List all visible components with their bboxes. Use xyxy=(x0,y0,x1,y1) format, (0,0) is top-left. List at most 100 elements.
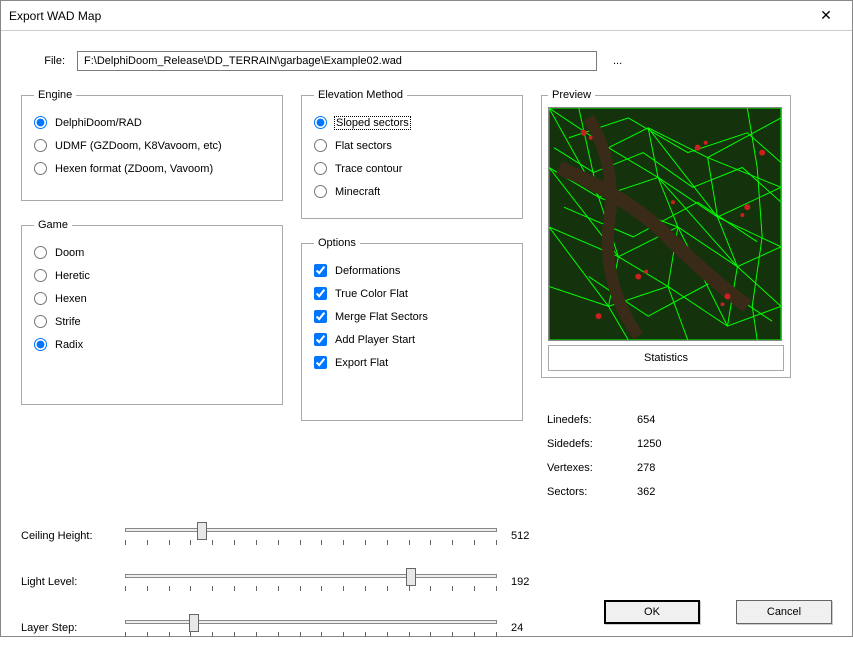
game-radio[interactable] xyxy=(34,338,47,351)
option-item[interactable]: Export Flat xyxy=(314,351,510,374)
option-label: Merge Flat Sectors xyxy=(335,311,428,323)
elevation-radio[interactable] xyxy=(314,185,327,198)
file-label: File: xyxy=(25,55,65,67)
game-label: Strife xyxy=(55,316,81,328)
game-radio[interactable] xyxy=(34,292,47,305)
layer-step-value: 24 xyxy=(511,622,551,634)
elevation-radio[interactable] xyxy=(314,162,327,175)
option-label: Export Flat xyxy=(335,357,388,369)
option-checkbox[interactable] xyxy=(314,333,327,346)
engine-label: UDMF (GZDoom, K8Vavoom, etc) xyxy=(55,140,222,152)
elevation-group: Elevation Method Sloped sectors Flat sect… xyxy=(301,89,523,219)
game-radio[interactable] xyxy=(34,246,47,259)
file-row: File: ... xyxy=(25,51,828,71)
game-option[interactable]: Strife xyxy=(34,310,270,333)
engine-option[interactable]: Hexen format (ZDoom, Vavoom) xyxy=(34,157,270,180)
terrain-mesh-icon xyxy=(549,108,781,340)
option-label: Deformations xyxy=(335,265,400,277)
light-level-label: Light Level: xyxy=(21,576,111,588)
statistics-header: Statistics xyxy=(548,345,784,371)
game-label: Heretic xyxy=(55,270,90,282)
options-group: Options Deformations True Color Flat Merge… xyxy=(301,237,523,421)
game-legend: Game xyxy=(34,219,72,231)
titlebar: Export WAD Map ✕ xyxy=(1,1,852,31)
game-option[interactable]: Heretic xyxy=(34,264,270,287)
statistics-table: Linedefs:654Sidedefs:1250Vertexes:278Sec… xyxy=(541,408,791,504)
option-label: Add Player Start xyxy=(335,334,415,346)
option-item[interactable]: True Color Flat xyxy=(314,282,510,305)
preview-group: Preview xyxy=(541,89,791,378)
engine-option[interactable]: UDMF (GZDoom, K8Vavoom, etc) xyxy=(34,134,270,157)
option-label: True Color Flat xyxy=(335,288,408,300)
option-checkbox[interactable] xyxy=(314,310,327,323)
elevation-option[interactable]: Trace contour xyxy=(314,157,510,180)
light-level-slider[interactable] xyxy=(121,568,501,596)
game-option[interactable]: Doom xyxy=(34,241,270,264)
option-item[interactable]: Merge Flat Sectors xyxy=(314,305,510,328)
engine-legend: Engine xyxy=(34,89,76,101)
game-label: Doom xyxy=(55,247,84,259)
engine-radio[interactable] xyxy=(34,162,47,175)
elevation-legend: Elevation Method xyxy=(314,89,407,101)
file-path-input[interactable] xyxy=(77,51,597,71)
options-legend: Options xyxy=(314,237,360,249)
game-option[interactable]: Radix xyxy=(34,333,270,356)
game-radio[interactable] xyxy=(34,269,47,282)
game-group: Game Doom Heretic Hexen Strife Radix xyxy=(21,219,283,405)
elevation-radio[interactable] xyxy=(314,139,327,152)
ok-button[interactable]: OK xyxy=(604,600,700,624)
stat-key: Linedefs: xyxy=(547,414,637,426)
slider-thumb[interactable] xyxy=(197,522,207,540)
stat-row: Sidedefs:1250 xyxy=(547,432,785,456)
game-option[interactable]: Hexen xyxy=(34,287,270,310)
engine-radio[interactable] xyxy=(34,139,47,152)
window-title: Export WAD Map xyxy=(9,9,808,23)
elevation-radio[interactable] xyxy=(314,116,327,129)
option-checkbox[interactable] xyxy=(314,356,327,369)
elevation-option[interactable]: Sloped sectors xyxy=(314,111,510,134)
stat-value: 654 xyxy=(637,414,697,426)
elevation-label: Trace contour xyxy=(335,163,402,175)
elevation-label: Sloped sectors xyxy=(335,117,410,129)
browse-button[interactable]: ... xyxy=(609,55,626,67)
engine-label: Hexen format (ZDoom, Vavoom) xyxy=(55,163,213,175)
game-label: Radix xyxy=(55,339,83,351)
light-level-value: 192 xyxy=(511,576,551,588)
elevation-label: Flat sectors xyxy=(335,140,392,152)
engine-option[interactable]: DelphiDoom/RAD xyxy=(34,111,270,134)
ceiling-height-slider[interactable] xyxy=(121,522,501,550)
stat-key: Sectors: xyxy=(547,486,637,498)
cancel-button[interactable]: Cancel xyxy=(736,600,832,624)
export-wad-dialog: Export WAD Map ✕ File: ... Engine Delphi… xyxy=(0,0,853,637)
option-item[interactable]: Add Player Start xyxy=(314,328,510,351)
game-label: Hexen xyxy=(55,293,87,305)
light-level-row: Light Level: 192 xyxy=(21,568,551,596)
close-icon: ✕ xyxy=(820,7,832,24)
stat-row: Vertexes:278 xyxy=(547,456,785,480)
stat-value: 362 xyxy=(637,486,697,498)
layer-step-row: Layer Step: 24 xyxy=(21,614,551,642)
elevation-label: Minecraft xyxy=(335,186,380,198)
slider-thumb[interactable] xyxy=(189,614,199,632)
engine-label: DelphiDoom/RAD xyxy=(55,117,142,129)
option-checkbox[interactable] xyxy=(314,264,327,277)
preview-canvas xyxy=(548,107,782,341)
engine-group: Engine DelphiDoom/RAD UDMF (GZDoom, K8Vav… xyxy=(21,89,283,201)
stat-value: 1250 xyxy=(637,438,697,450)
stat-row: Linedefs:654 xyxy=(547,408,785,432)
elevation-option[interactable]: Minecraft xyxy=(314,180,510,203)
engine-radio[interactable] xyxy=(34,116,47,129)
option-item[interactable]: Deformations xyxy=(314,259,510,282)
ceiling-height-row: Ceiling Height: 512 xyxy=(21,522,551,550)
ceiling-height-value: 512 xyxy=(511,530,551,542)
stat-key: Sidedefs: xyxy=(547,438,637,450)
game-radio[interactable] xyxy=(34,315,47,328)
layer-step-label: Layer Step: xyxy=(21,622,111,634)
ceiling-height-label: Ceiling Height: xyxy=(21,530,111,542)
slider-thumb[interactable] xyxy=(406,568,416,586)
close-button[interactable]: ✕ xyxy=(808,2,844,30)
layer-step-slider[interactable] xyxy=(121,614,501,642)
stat-value: 278 xyxy=(637,462,697,474)
option-checkbox[interactable] xyxy=(314,287,327,300)
elevation-option[interactable]: Flat sectors xyxy=(314,134,510,157)
